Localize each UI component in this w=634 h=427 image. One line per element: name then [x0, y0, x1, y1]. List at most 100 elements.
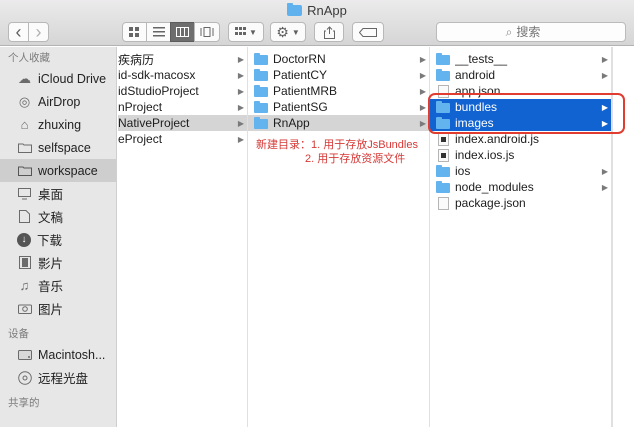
- sidebar-item-remote-disc[interactable]: 远程光盘: [0, 366, 116, 389]
- list-item-label: ios: [455, 164, 471, 178]
- sidebar-item-label: Macintosh...: [38, 347, 106, 362]
- list-item[interactable]: index.ios.js: [430, 147, 611, 163]
- sidebar-section-favorites: 个人收藏: [8, 52, 50, 64]
- sidebar-item-workspace[interactable]: workspace: [0, 159, 116, 182]
- toolbar: RnApp ‹ › ▼ ⚙ ▼ ⌕: [0, 0, 634, 46]
- list-item[interactable]: DoctorRN ▶: [248, 51, 429, 67]
- list-item[interactable]: 疾病历 ▶: [118, 51, 247, 67]
- list-item[interactable]: ios ▶: [430, 163, 611, 179]
- camera-icon: [17, 301, 32, 316]
- list-item-label: eProject: [118, 132, 163, 146]
- list-item-label: DoctorRN: [273, 52, 326, 66]
- list-item-label: package.json: [455, 196, 526, 210]
- sidebar-item-icloud-drive[interactable]: ☁ iCloud Drive: [0, 67, 116, 90]
- folder-icon: [17, 163, 32, 178]
- list-item-label: RnApp: [273, 116, 310, 130]
- chevron-down-icon: ▼: [291, 27, 300, 37]
- list-item[interactable]: RnApp ▶: [248, 115, 429, 131]
- columns-icon: [176, 27, 189, 37]
- folder-icon: [436, 69, 450, 81]
- sidebar-item-downloads[interactable]: ↓ 下载: [0, 228, 116, 251]
- sidebar-item-desktop[interactable]: 桌面: [0, 182, 116, 205]
- view-icon-button[interactable]: [122, 22, 147, 42]
- chevron-right-icon: ▶: [601, 54, 609, 64]
- list-item[interactable]: NativeProject ▶: [118, 115, 247, 131]
- list-item-label: index.ios.js: [455, 148, 515, 162]
- action-button[interactable]: ⚙ ▼: [270, 22, 306, 42]
- sidebar-item-music[interactable]: ♫ 音乐: [0, 274, 116, 297]
- list-item[interactable]: package.json: [430, 195, 611, 211]
- sidebar-item-label: iCloud Drive: [38, 71, 107, 86]
- list-item[interactable]: PatientSG ▶: [248, 99, 429, 115]
- gear-icon: ⚙: [276, 23, 289, 40]
- movie-icon: [17, 255, 32, 270]
- search-field[interactable]: ⌕: [436, 22, 626, 42]
- arrange-button[interactable]: ▼: [228, 22, 264, 42]
- sidebar-item-label: 音乐: [38, 280, 64, 294]
- sidebar-item-movies[interactable]: 影片: [0, 251, 116, 274]
- folder-icon: [436, 181, 450, 193]
- view-coverflow-button[interactable]: [194, 22, 220, 42]
- file-icon: [438, 196, 449, 210]
- list-item[interactable]: id-sdk-macosx ▶: [118, 67, 247, 83]
- list-item-label: PatientCY: [273, 68, 328, 82]
- sidebar-item-selfspace[interactable]: selfspace: [0, 136, 116, 159]
- chevron-right-icon: ▶: [237, 134, 245, 144]
- folder-icon: [436, 53, 450, 65]
- list-item[interactable]: PatientCY ▶: [248, 67, 429, 83]
- back-button[interactable]: ‹: [8, 22, 29, 42]
- folder-icon: [254, 117, 268, 129]
- sidebar-item-pictures[interactable]: 图片: [0, 297, 116, 320]
- sidebar-item-label: 图片: [38, 303, 64, 317]
- sidebar-item-zhuxing[interactable]: ⌂ zhuxing: [0, 113, 116, 136]
- view-column-button[interactable]: [170, 22, 195, 42]
- chevron-right-icon: ▶: [237, 70, 245, 80]
- sidebar-item-macintosh[interactable]: Macintosh...: [0, 343, 116, 366]
- list-item-label: node_modules: [455, 180, 534, 194]
- list-item[interactable]: PatientMRB ▶: [248, 83, 429, 99]
- chevron-right-icon: ›: [35, 22, 42, 42]
- list-item-label: PatientSG: [273, 100, 328, 114]
- cloud-icon: ☁: [18, 70, 31, 86]
- sidebar-item-label: 下载: [37, 234, 63, 248]
- list-item-label: index.android.js: [455, 132, 540, 146]
- tags-button[interactable]: [352, 22, 384, 42]
- search-input[interactable]: [516, 25, 557, 39]
- list-item-label: PatientMRB: [273, 84, 338, 98]
- list-item-label: 疾病历: [118, 52, 155, 67]
- forward-button[interactable]: ›: [28, 22, 49, 42]
- list-item-label: android: [455, 68, 496, 82]
- list-item-label: id-sdk-macosx: [118, 68, 196, 82]
- chevron-right-icon: ▶: [419, 70, 427, 80]
- window-title: RnApp: [0, 2, 634, 18]
- chevron-right-icon: ▶: [237, 54, 245, 64]
- list-item-label: nProject: [118, 100, 163, 114]
- column-1: 疾病历 ▶ id-sdk-macosx ▶ idStudioProject ▶ nPr…: [118, 47, 248, 427]
- list-item-label: NativeProject: [118, 116, 190, 130]
- home-icon: ⌂: [20, 117, 29, 132]
- search-icon: ⌕: [505, 24, 513, 39]
- share-button[interactable]: [314, 22, 344, 42]
- sidebar-item-label: 远程光盘: [38, 372, 89, 386]
- folder-icon: [17, 140, 32, 155]
- sidebar-section-shared: 共享的: [8, 397, 40, 409]
- list-item[interactable]: eProject ▶: [118, 131, 247, 147]
- view-list-button[interactable]: [146, 22, 171, 42]
- sidebar-item-airdrop[interactable]: ◎ AirDrop: [0, 90, 116, 113]
- window-title-label: RnApp: [307, 2, 347, 18]
- chevron-right-icon: ▶: [601, 166, 609, 176]
- list-item[interactable]: idStudioProject ▶: [118, 83, 247, 99]
- sidebar-item-label: workspace: [38, 163, 98, 178]
- chevron-right-icon: ▶: [237, 118, 245, 128]
- list-item[interactable]: node_modules ▶: [430, 179, 611, 195]
- chevron-right-icon: ▶: [237, 102, 245, 112]
- chevron-down-icon: ▼: [249, 27, 257, 37]
- list-item[interactable]: __tests__ ▶: [430, 51, 611, 67]
- sidebar-item-documents[interactable]: 文稿: [0, 205, 116, 228]
- folder-icon: [436, 165, 450, 177]
- list-icon: [152, 27, 165, 37]
- tag-icon: [359, 27, 377, 37]
- sidebar-item-label: AirDrop: [38, 94, 81, 109]
- list-item[interactable]: android ▶: [430, 67, 611, 83]
- list-item[interactable]: nProject ▶: [118, 99, 247, 115]
